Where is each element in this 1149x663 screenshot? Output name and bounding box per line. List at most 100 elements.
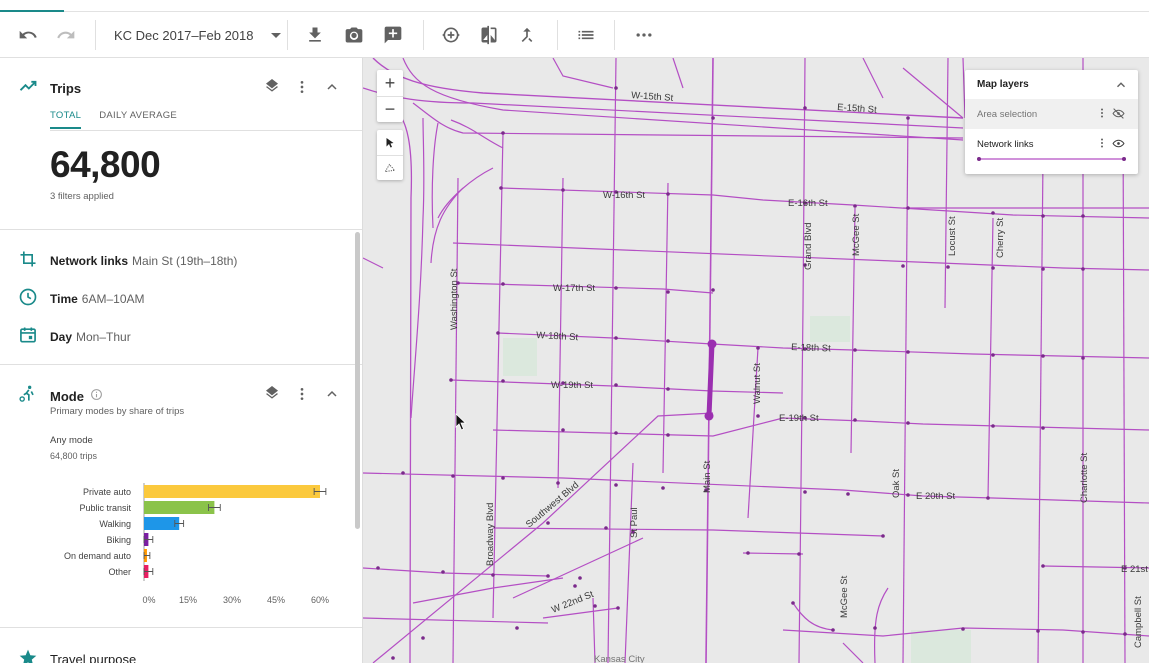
add-layer-icon[interactable] (437, 21, 465, 49)
pointer-icon[interactable] (377, 130, 403, 155)
road-node[interactable] (614, 483, 618, 487)
road-node[interactable] (614, 431, 618, 435)
road-node[interactable] (791, 601, 795, 605)
road-node[interactable] (1081, 214, 1085, 218)
camera-icon[interactable] (340, 21, 368, 49)
road-node[interactable] (906, 350, 910, 354)
more-vert-icon[interactable] (294, 79, 310, 95)
download-icon[interactable] (301, 21, 329, 49)
road-node[interactable] (614, 86, 618, 90)
layer-area-selection[interactable]: Area selection (965, 99, 1138, 129)
road-node[interactable] (853, 348, 857, 352)
road-node[interactable] (1081, 630, 1085, 634)
road-node[interactable] (501, 131, 505, 135)
road-node[interactable] (614, 336, 618, 340)
road-node[interactable] (906, 493, 910, 497)
road-node[interactable] (711, 116, 715, 120)
road-node[interactable] (546, 574, 550, 578)
add-comment-icon[interactable] (379, 21, 407, 49)
road-node[interactable] (666, 192, 670, 196)
visibility-icon[interactable] (1112, 137, 1125, 153)
tab-daily-average[interactable]: DAILY AVERAGE (99, 110, 177, 129)
map-view[interactable]: W-15th St E-15th St W-16th St E-16th St … (363, 58, 1149, 663)
road-node[interactable] (441, 570, 445, 574)
layers-icon[interactable] (264, 386, 280, 402)
road-node[interactable] (501, 476, 505, 480)
compare-icon[interactable] (475, 21, 503, 49)
road-node[interactable] (449, 378, 453, 382)
more-vert-icon[interactable] (294, 386, 310, 402)
road-node[interactable] (561, 188, 565, 192)
road-node[interactable] (853, 204, 857, 208)
road-node[interactable] (803, 106, 807, 110)
layers-icon[interactable] (264, 79, 280, 95)
zoom-in-button[interactable]: + (377, 70, 403, 96)
road-node[interactable] (756, 346, 760, 350)
info-icon[interactable] (90, 388, 103, 406)
road-node[interactable] (1041, 426, 1045, 430)
collapse-icon[interactable] (1114, 78, 1128, 97)
date-range-select[interactable]: KC Dec 2017–Feb 2018 (114, 26, 282, 44)
road-node[interactable] (556, 481, 560, 485)
panel-scrollbar[interactable] (355, 232, 360, 529)
road-node[interactable] (666, 433, 670, 437)
road-node[interactable] (578, 576, 582, 580)
chart-bar[interactable] (144, 485, 320, 498)
road-node[interactable] (666, 387, 670, 391)
road-node[interactable] (906, 116, 910, 120)
chart-bar[interactable] (144, 517, 180, 530)
road-node[interactable] (873, 626, 877, 630)
road-node[interactable] (491, 573, 495, 577)
road-node[interactable] (501, 379, 505, 383)
road-node[interactable] (1123, 632, 1127, 636)
road-node[interactable] (991, 353, 995, 357)
road-node[interactable] (746, 551, 750, 555)
lasso-select-icon[interactable] (377, 155, 403, 180)
collapse-icon[interactable] (324, 79, 340, 95)
collapse-icon[interactable] (324, 386, 340, 402)
redo-icon[interactable] (52, 21, 80, 49)
road-node[interactable] (401, 471, 405, 475)
road-node[interactable] (946, 265, 950, 269)
road-node[interactable] (803, 490, 807, 494)
road-node[interactable] (991, 266, 995, 270)
road-node[interactable] (1081, 267, 1085, 271)
road-node[interactable] (546, 521, 550, 525)
selected-link[interactable] (706, 341, 715, 419)
merge-icon[interactable] (513, 21, 541, 49)
road-node[interactable] (961, 627, 965, 631)
road-node[interactable] (846, 492, 850, 496)
road-node[interactable] (711, 288, 715, 292)
road-node[interactable] (561, 428, 565, 432)
road-node[interactable] (593, 604, 597, 608)
road-node[interactable] (1036, 629, 1040, 633)
road-node[interactable] (1041, 354, 1045, 358)
road-node[interactable] (573, 584, 577, 588)
more-vert-icon[interactable] (1096, 137, 1108, 152)
travel-purpose-header[interactable]: Travel purpose (18, 648, 136, 663)
road-node[interactable] (616, 606, 620, 610)
road-node[interactable] (991, 424, 995, 428)
road-node[interactable] (451, 474, 455, 478)
road-node[interactable] (991, 211, 995, 215)
road-node[interactable] (1041, 267, 1045, 271)
road-node[interactable] (756, 414, 760, 418)
road-node[interactable] (421, 636, 425, 640)
filter-day[interactable]: Day Mon–Thur (18, 325, 131, 348)
more-icon[interactable] (630, 21, 658, 49)
road-node[interactable] (499, 186, 503, 190)
zoom-out-button[interactable]: − (377, 96, 403, 122)
tab-total[interactable]: TOTAL (50, 110, 82, 129)
road-node[interactable] (906, 421, 910, 425)
road-node[interactable] (501, 282, 505, 286)
road-node[interactable] (1041, 564, 1045, 568)
road-node[interactable] (797, 552, 801, 556)
road-node[interactable] (614, 383, 618, 387)
filter-time[interactable]: Time 6AM–10AM (18, 287, 145, 310)
road-node[interactable] (1081, 356, 1085, 360)
road-node[interactable] (853, 418, 857, 422)
layer-network-links[interactable]: Network links (965, 129, 1138, 159)
filter-network-links[interactable]: Network links Main St (19th–18th) (18, 249, 237, 272)
road-node[interactable] (614, 286, 618, 290)
visibility-off-icon[interactable] (1112, 107, 1125, 123)
